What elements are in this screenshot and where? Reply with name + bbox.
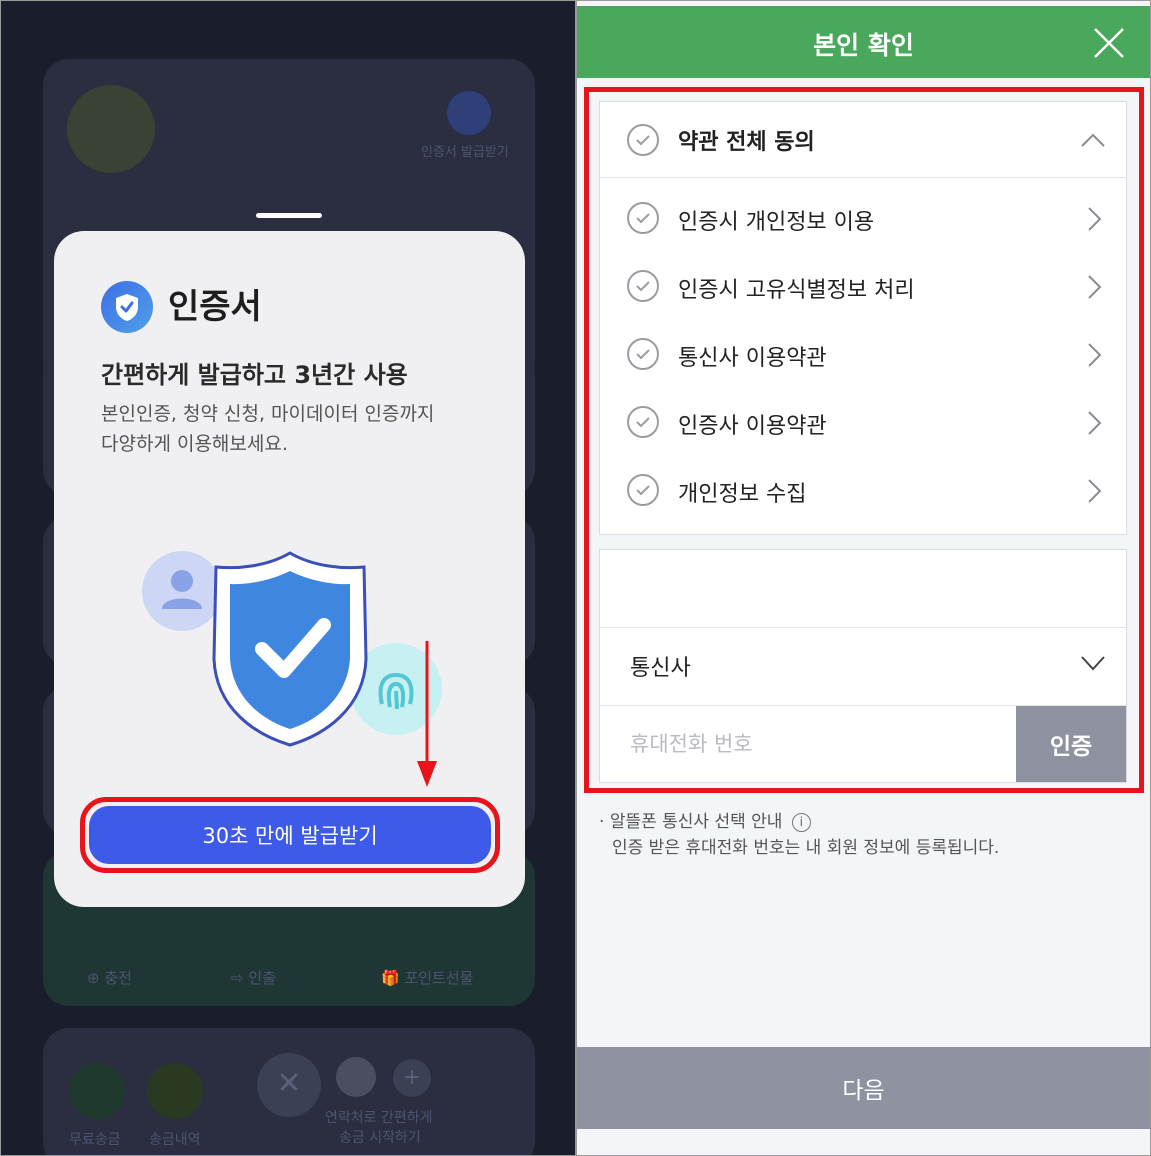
check-circle-icon[interactable] bbox=[626, 405, 660, 439]
agree-all-label: 약관 전체 동의 bbox=[678, 130, 815, 155]
background-gift-label: 🎁 포인트선물 bbox=[381, 969, 474, 987]
chevron-right-icon[interactable] bbox=[1086, 206, 1102, 232]
add-contact-icon: + bbox=[393, 1059, 431, 1097]
name-field[interactable] bbox=[600, 550, 1126, 627]
background-withdraw-label: ⇨ 인출 bbox=[231, 969, 276, 987]
check-circle-icon[interactable] bbox=[626, 123, 660, 157]
notice-text: 알뜰폰 통신사 선택 안내 bbox=[609, 812, 783, 832]
phone-number-input[interactable] bbox=[600, 706, 1016, 782]
notice-line1: · 알뜰폰 통신사 선택 안내 i bbox=[599, 807, 811, 832]
background-contact-transfer-line1: 연락처로 간편하게 bbox=[325, 1110, 433, 1126]
term-label: 인증시 고유식별정보 처리 bbox=[678, 278, 915, 303]
sheet-headline: 간편하게 발급하고 3년간 사용 bbox=[101, 361, 408, 389]
user-avatar-icon bbox=[142, 551, 222, 631]
background-charge-label: ⊕ 충전 bbox=[87, 969, 132, 987]
shield-icon bbox=[447, 91, 491, 135]
check-circle-icon[interactable] bbox=[626, 201, 660, 235]
background-free-transfer-label: 무료송금 bbox=[69, 1132, 121, 1148]
divider bbox=[600, 177, 1126, 178]
next-button[interactable]: 다음 bbox=[577, 1047, 1150, 1129]
header-bar: 본인 확인 bbox=[577, 6, 1150, 78]
close-icon[interactable] bbox=[1092, 26, 1126, 60]
check-circle-icon[interactable] bbox=[626, 473, 660, 507]
chevron-right-icon[interactable] bbox=[1086, 342, 1102, 368]
left-screen: 인증서 발급받기 ⊕ 충전 ⇨ 인출 🎁 포인트선물 무료송금 송금내역 ✕ +… bbox=[0, 0, 576, 1156]
issue-certificate-button[interactable]: 30초 만에 발급받기 bbox=[89, 806, 491, 864]
certificate-shield-icon bbox=[101, 281, 153, 333]
terms-card: 약관 전체 동의 인증시 개인정보 이용 인증시 고유식별정보 처리 통신사 이… bbox=[599, 101, 1127, 535]
down-arrow-annotation bbox=[417, 641, 437, 787]
free-transfer-icon bbox=[69, 1063, 125, 1119]
certificate-sheet: 인증서 간편하게 발급하고 3년간 사용 본인인증, 청약 신청, 마이데이터 … bbox=[54, 231, 525, 907]
certificate-illustration bbox=[142, 551, 442, 747]
phone-form-card: 통신사 인증 bbox=[599, 549, 1127, 783]
chevron-right-icon[interactable] bbox=[1086, 410, 1102, 436]
term-label: 통신사 이용약관 bbox=[678, 346, 827, 371]
sheet-description-line1: 본인인증, 청약 신청, 마이데이터 인증까지 bbox=[101, 403, 435, 425]
term-label: 인증사 이용약관 bbox=[678, 414, 827, 439]
contact-avatars bbox=[336, 1057, 376, 1097]
check-circle-icon[interactable] bbox=[626, 337, 660, 371]
term-row-3[interactable]: 통신사 이용약관 bbox=[600, 320, 1126, 388]
header-title: 본인 확인 bbox=[813, 31, 914, 60]
chevron-up-icon[interactable] bbox=[1080, 132, 1106, 148]
term-row-4[interactable]: 인증사 이용약관 bbox=[600, 388, 1126, 456]
check-circle-icon[interactable] bbox=[626, 269, 660, 303]
background-contact-transfer-line2: 송금 시작하기 bbox=[339, 1130, 421, 1146]
right-screen: 본인 확인 약관 전체 동의 인증시 개인정보 이용 인증시 고유식별정보 처리 bbox=[576, 0, 1151, 1156]
notice-line2: 인증 받은 휴대전화 번호는 내 회원 정보에 등록됩니다. bbox=[612, 838, 1000, 858]
info-icon[interactable]: i bbox=[791, 812, 811, 832]
term-row-1[interactable]: 인증시 개인정보 이용 bbox=[600, 184, 1126, 252]
sheet-title: 인증서 bbox=[168, 287, 262, 327]
verify-button[interactable]: 인증 bbox=[1016, 706, 1126, 782]
background-issue-cert-label: 인증서 발급받기 bbox=[421, 145, 509, 160]
chevron-right-icon[interactable] bbox=[1086, 478, 1102, 504]
close-icon: ✕ bbox=[257, 1053, 321, 1117]
background-history-label: 송금내역 bbox=[149, 1132, 201, 1148]
history-icon bbox=[147, 1063, 203, 1119]
agree-all-row[interactable]: 약관 전체 동의 bbox=[600, 106, 1126, 174]
term-label: 인증시 개인정보 이용 bbox=[678, 210, 875, 235]
term-label: 개인정보 수집 bbox=[678, 482, 807, 507]
chevron-right-icon[interactable] bbox=[1086, 274, 1102, 300]
term-row-2[interactable]: 인증시 고유식별정보 처리 bbox=[600, 252, 1126, 320]
background-avatar bbox=[67, 85, 155, 173]
term-row-5[interactable]: 개인정보 수집 bbox=[600, 456, 1126, 524]
shield-check-icon bbox=[212, 551, 368, 747]
carrier-label: 통신사 bbox=[630, 656, 691, 681]
sheet-drag-handle[interactable] bbox=[256, 213, 322, 218]
sheet-description-line2: 다양하게 이용해보세요. bbox=[101, 433, 288, 455]
chevron-down-icon[interactable] bbox=[1080, 654, 1106, 672]
